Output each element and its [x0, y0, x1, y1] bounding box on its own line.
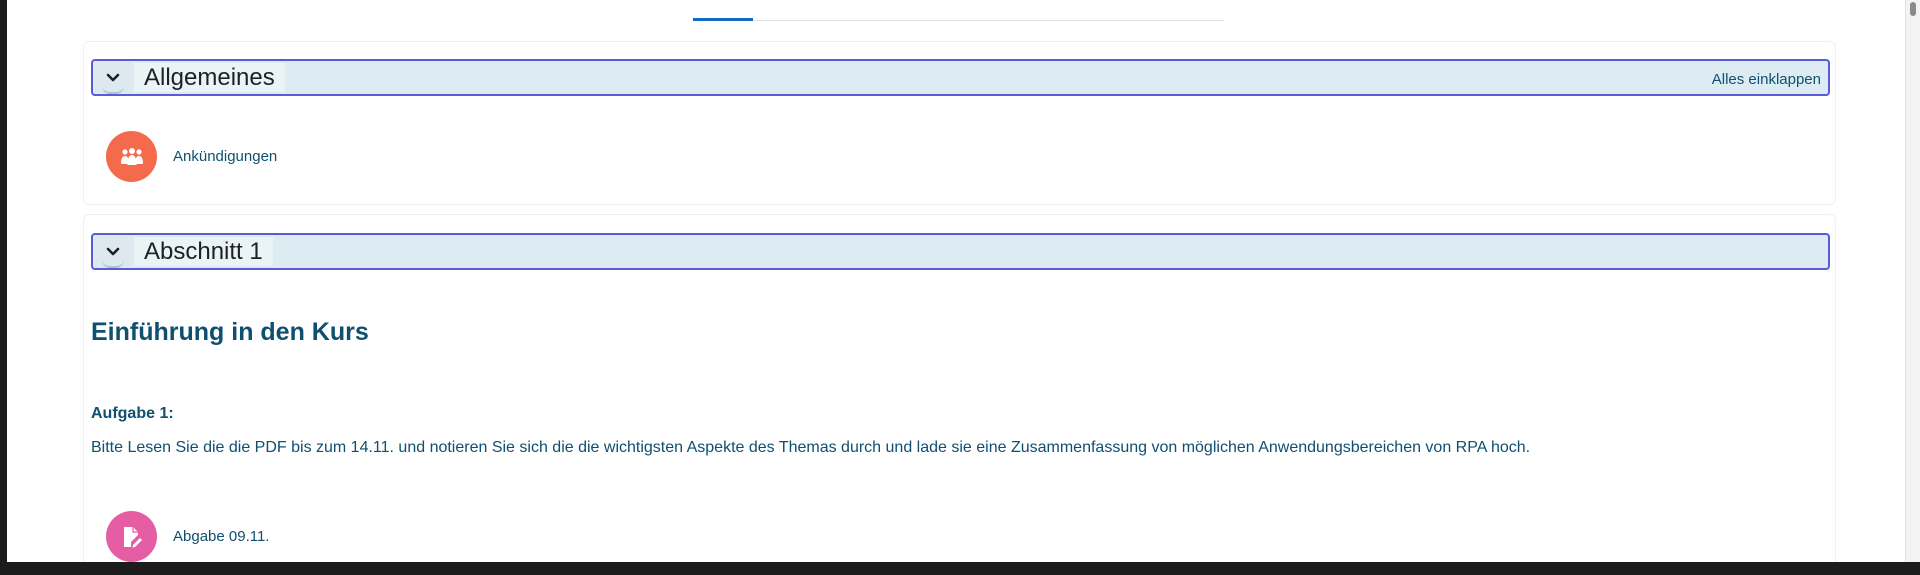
- secondary-nav-underline: [693, 20, 1224, 21]
- course-page: Allgemeines Alles einklappen Ankündigung…: [7, 0, 1905, 562]
- section-general: Allgemeines Alles einklappen Ankündigung…: [83, 41, 1836, 205]
- activity-link[interactable]: Abgabe 09.11.: [173, 528, 269, 545]
- chevron-down-icon: [106, 73, 120, 81]
- task-label: Aufgabe 1:: [91, 405, 174, 422]
- scrollbar-thumb[interactable]: [1910, 2, 1916, 16]
- forum-icon: [106, 131, 157, 182]
- section-title[interactable]: Abschnitt 1: [134, 237, 273, 266]
- section-1: Abschnitt 1 Einführung in den Kurs Aufga…: [83, 214, 1836, 562]
- task-description: Bitte Lesen Sie die die PDF bis zum 14.1…: [91, 439, 1531, 456]
- collapse-toggle[interactable]: [95, 62, 131, 94]
- toggle-focus-arc: [102, 86, 124, 94]
- collapse-toggle[interactable]: [95, 236, 131, 268]
- assignment-icon: [106, 511, 157, 562]
- activity-link[interactable]: Ankündigungen: [173, 148, 277, 165]
- section-header: Allgemeines Alles einklappen: [91, 59, 1830, 96]
- activity-item[interactable]: Ankündigungen: [106, 131, 277, 182]
- section-title[interactable]: Allgemeines: [134, 63, 285, 92]
- vertical-scrollbar[interactable]: [1905, 0, 1920, 562]
- collapse-all-link[interactable]: Alles einklappen: [1712, 71, 1821, 88]
- active-tab-indicator: [693, 18, 753, 21]
- activity-item[interactable]: Abgabe 09.11.: [106, 511, 269, 562]
- section-heading: Einführung in den Kurs: [91, 318, 369, 346]
- chevron-down-icon: [106, 247, 120, 255]
- section-header: Abschnitt 1: [91, 233, 1830, 270]
- toggle-focus-arc: [102, 260, 124, 268]
